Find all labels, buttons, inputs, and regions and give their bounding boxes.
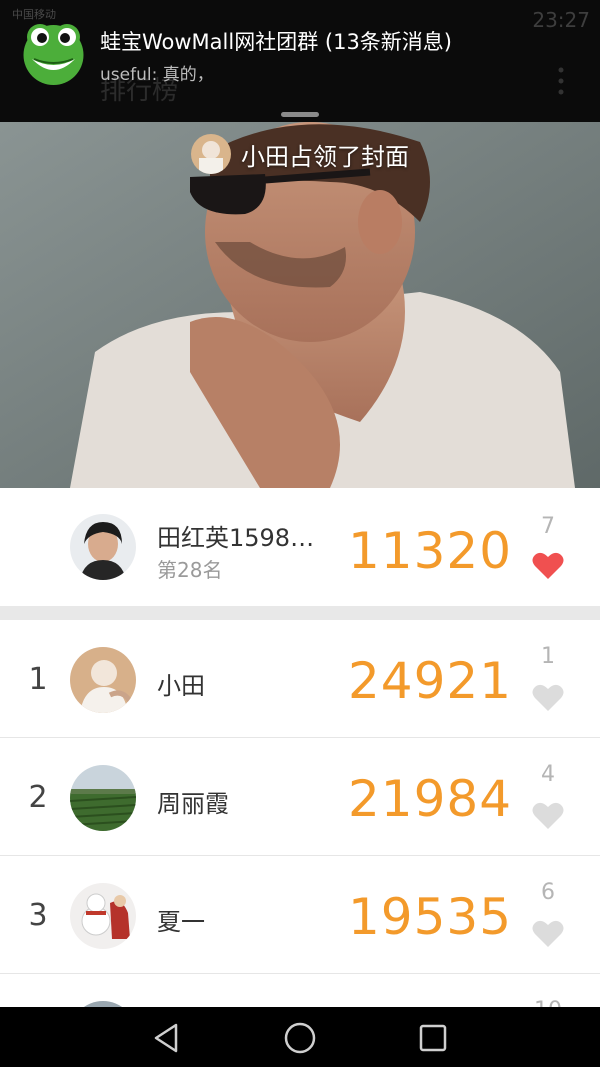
heart-icon[interactable] (532, 682, 564, 712)
table-row[interactable]: 3 夏一 19535 6 (0, 856, 600, 974)
rank-number: 1 (28, 662, 48, 697)
cover-photo (0, 122, 600, 488)
system-nav-bar (0, 1007, 600, 1067)
drag-handle[interactable] (281, 112, 319, 117)
section-divider (0, 606, 600, 620)
player-score: 19535 (348, 888, 513, 946)
my-name: 田红英1598… (157, 524, 315, 552)
heart-icon[interactable] (532, 918, 564, 948)
player-name: 夏一 (157, 908, 205, 936)
notification-title: 蛙宝WowMall网社团群 (13条新消息) (100, 30, 452, 54)
rank-number: 3 (28, 898, 48, 933)
like-count: 6 (541, 880, 555, 905)
cover-image (0, 122, 600, 488)
cover-label-text: 小田占领了封面 (241, 142, 409, 171)
my-score: 11320 (348, 522, 513, 580)
my-rank-row[interactable]: 田红英1598… 第28名 11320 7 (0, 488, 600, 606)
avatar[interactable] (70, 514, 136, 580)
my-rank-text: 第28名 (157, 558, 223, 582)
avatar[interactable] (70, 765, 136, 831)
rank-number: 2 (28, 780, 48, 815)
player-name: 周丽霞 (157, 790, 229, 818)
player-score: 24921 (348, 652, 513, 710)
player-score: 21984 (348, 770, 513, 828)
table-row[interactable]: 1 小田 24921 1 (0, 620, 600, 738)
liked-heart-icon[interactable] (532, 550, 564, 580)
circle-home-icon[interactable] (283, 1021, 317, 1055)
table-row[interactable]: 2 周丽霞 21984 4 (0, 738, 600, 856)
notification-banner[interactable]: 中国移动 23:27 排行榜 蛙宝WowMall网社团群 (13条新消息) us… (0, 0, 600, 122)
notification-message: useful: 真的， (100, 65, 214, 85)
frog-app-icon (23, 24, 84, 85)
my-like-count: 7 (541, 514, 555, 539)
player-name: 小田 (157, 672, 205, 700)
avatar[interactable] (70, 883, 136, 949)
triangle-back-icon[interactable] (150, 1021, 184, 1055)
cover-owner-avatar (191, 134, 231, 174)
avatar[interactable] (70, 647, 136, 713)
heart-icon[interactable] (532, 800, 564, 830)
like-count: 4 (541, 762, 555, 787)
square-recent-icon[interactable] (416, 1021, 450, 1055)
like-count: 1 (541, 644, 555, 669)
